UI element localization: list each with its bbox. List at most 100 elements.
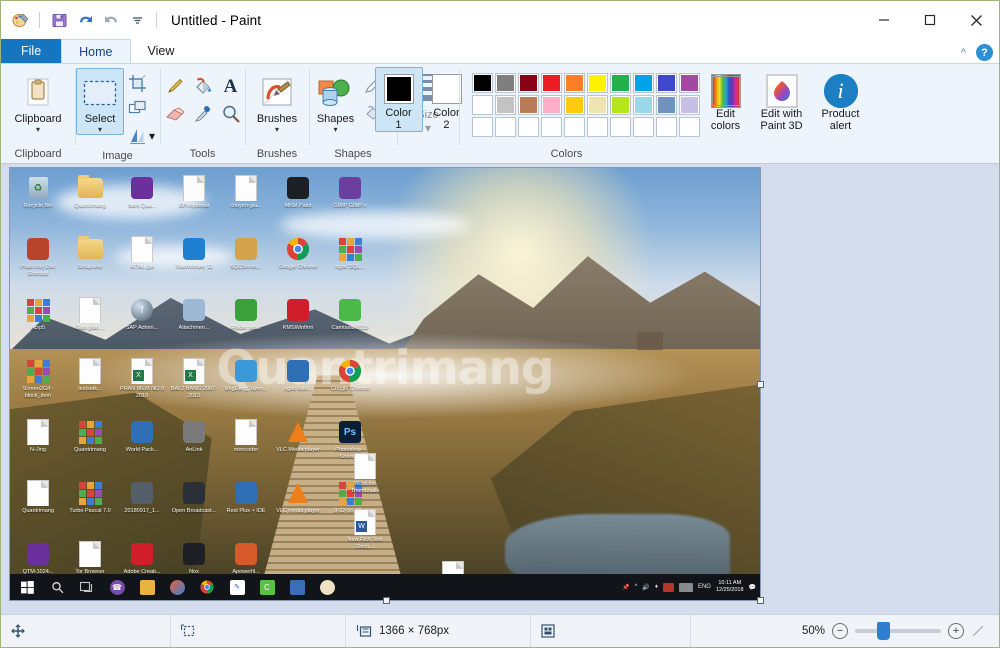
desktop-icon[interactable]: Phan truy Doc Shortcut <box>12 233 64 294</box>
desktop-icon[interactable]: chuyen-gia... <box>220 172 272 233</box>
canvas-resize-handle-south[interactable] <box>383 597 390 604</box>
tray-app-icon[interactable] <box>662 582 674 592</box>
chrome-icon[interactable] <box>193 574 221 600</box>
color-palette[interactable] <box>471 67 701 138</box>
palette-swatch-r3-c10[interactable] <box>678 117 700 137</box>
palette-swatch-r1-c4[interactable] <box>540 73 562 93</box>
editor-icon[interactable]: ✎ <box>223 574 251 600</box>
desktop-icon[interactable]: MKM Paint <box>272 172 324 233</box>
tray-input-language[interactable]: ENG <box>698 584 711 590</box>
palette-swatch-r2-c4[interactable] <box>540 95 562 115</box>
brushes-caret-icon[interactable]: ▾ <box>275 126 279 134</box>
palette-swatch-r2-c8[interactable] <box>632 95 654 115</box>
palette-swatch-r1-c2[interactable] <box>494 73 516 93</box>
desktop-icon[interactable]: f SAP Admin... <box>116 294 168 355</box>
palette-swatch-r1-c7[interactable] <box>609 73 631 93</box>
brushes-button[interactable]: Brushes ▾ <box>245 68 309 135</box>
desktop-icon[interactable]: EPI-optional <box>168 172 220 233</box>
clipboard-button[interactable]: Clipboard ▾ <box>6 68 70 135</box>
crop-button[interactable] <box>124 71 159 96</box>
tab-home[interactable]: Home <box>61 39 131 63</box>
help-icon[interactable]: ? <box>976 44 993 61</box>
zoom-slider-track[interactable] <box>855 622 941 640</box>
desktop-icon[interactable]: VLC Media player <box>272 416 324 477</box>
edit-with-paint3d-button[interactable]: Edit with Paint 3D <box>751 67 813 133</box>
color-picker-tool-button[interactable] <box>189 100 217 128</box>
paint-taskbar-icon[interactable] <box>313 574 341 600</box>
desktop-icon[interactable]: GIMP GIMP-r <box>324 172 376 233</box>
palette-swatch-r3-c9[interactable] <box>655 117 677 137</box>
task-view-icon[interactable] <box>73 574 101 600</box>
desktop-icon[interactable]: VLC media player <box>272 477 324 538</box>
desktop-icon[interactable]: TeamViewer 11 <box>168 233 220 294</box>
tray-chevron-icon[interactable]: ^ <box>635 584 638 590</box>
action-center-icon[interactable]: 💬 <box>749 584 756 591</box>
palette-swatch-r3-c6[interactable] <box>586 117 608 137</box>
zoom-slider-thumb[interactable] <box>877 622 890 640</box>
shapes-caret-icon[interactable]: ▾ <box>333 126 337 134</box>
desktop-icon[interactable]: Nitro Qua... <box>116 172 168 233</box>
desktop-icon-side-2[interactable]: W New Rich Text Docu... <box>340 506 390 550</box>
desktop-icon[interactable]: ♻ Recycle Bin <box>12 172 64 233</box>
palette-swatch-r2-c10[interactable] <box>678 95 700 115</box>
undo-icon[interactable] <box>74 9 96 31</box>
desktop-icon[interactable]: ngoc bille... <box>272 355 324 416</box>
tab-file[interactable]: File <box>1 39 62 63</box>
rotate-caret-icon[interactable]: ▾ <box>149 129 155 143</box>
palette-swatch-r2-c9[interactable] <box>655 95 677 115</box>
tab-view[interactable]: View <box>131 39 192 63</box>
desktop-icon[interactable]: Google Chrome <box>272 233 324 294</box>
shapes-button[interactable]: Shapes ▾ <box>310 68 360 135</box>
viber-icon[interactable]: ☎ <box>103 574 131 600</box>
palette-swatch-r3-c5[interactable] <box>563 117 585 137</box>
zoom-in-button[interactable]: + <box>948 623 964 639</box>
save-icon[interactable] <box>48 9 70 31</box>
palette-swatch-r2-c5[interactable] <box>563 95 585 115</box>
palette-swatch-r1-c1[interactable] <box>471 73 493 93</box>
canvas-resize-handle-east[interactable] <box>757 381 764 388</box>
cloud-app-icon[interactable] <box>163 574 191 600</box>
desktop-icon[interactable]: HTML.gui <box>116 233 168 294</box>
palette-swatch-r3-c1[interactable] <box>471 117 493 137</box>
canvas-resize-handle-southeast[interactable] <box>757 597 764 604</box>
desktop-icon[interactable]: Camtasia 2018 <box>324 294 376 355</box>
color-1-button[interactable]: Color 1 <box>374 67 423 132</box>
palette-swatch-r1-c6[interactable] <box>586 73 608 93</box>
pencil-tool-button[interactable] <box>161 72 189 100</box>
desktop-icon[interactable]: testsetk... <box>64 355 116 416</box>
color-2-button[interactable]: Color 2 <box>423 67 471 132</box>
rotate-button[interactable]: ▾ <box>124 123 159 148</box>
desktop-icon[interactable]: Open Broadcast... <box>168 477 220 538</box>
desktop-icon[interactable]: Attachmen... <box>168 294 220 355</box>
desktop-icon[interactable]: Screen2Gif - block_item <box>12 355 64 416</box>
desktop-icon[interactable]: World Pack... <box>116 416 168 477</box>
fill-tool-button[interactable] <box>189 72 217 100</box>
file-explorer-icon[interactable] <box>133 574 161 600</box>
zoom-out-button[interactable]: − <box>832 623 848 639</box>
desktop-icon[interactable]: X BAI 2 BANG 2007-2013 <box>168 355 220 416</box>
maximize-button[interactable] <box>907 1 953 39</box>
palette-swatch-r1-c10[interactable] <box>678 73 700 93</box>
palette-swatch-r3-c4[interactable] <box>540 117 562 137</box>
desktop-icon[interactable]: N-Jing <box>12 416 64 477</box>
select-button[interactable]: Select ▾ <box>75 68 124 135</box>
desktop-icon[interactable]: Turbo Pascal 7.0 <box>64 477 116 538</box>
desktop-icon[interactable]: Folder set... <box>220 294 272 355</box>
desktop-icon[interactable]: Rest Plus + IDE <box>220 477 272 538</box>
resize-button[interactable] <box>124 97 159 122</box>
window-resize-grip[interactable] <box>973 626 983 636</box>
desktop-icon[interactable]: Google Chrome <box>324 355 376 416</box>
taskbar-clock[interactable]: 10:11 AM 12/25/2018 <box>716 580 744 594</box>
eraser-tool-button[interactable] <box>161 100 189 128</box>
desktop-icon[interactable]: 20180917_1... <box>116 477 168 538</box>
desktop-icon[interactable]: Quantrimang <box>64 172 116 233</box>
taskbar-search-icon[interactable] <box>43 574 71 600</box>
canvas[interactable]: Quantrimang ♻ Recycle Bin Quantrimang Nitro… <box>9 167 764 604</box>
palette-swatch-r2-c6[interactable] <box>586 95 608 115</box>
palette-swatch-r3-c3[interactable] <box>517 117 539 137</box>
work-area[interactable]: Quantrimang ♻ Recycle Bin Quantrimang Nitro… <box>1 164 999 614</box>
palette-swatch-r2-c7[interactable] <box>609 95 631 115</box>
clipboard-caret-icon[interactable]: ▾ <box>36 126 40 134</box>
customize-qat-icon[interactable] <box>126 9 148 31</box>
palette-swatch-r1-c8[interactable] <box>632 73 654 93</box>
